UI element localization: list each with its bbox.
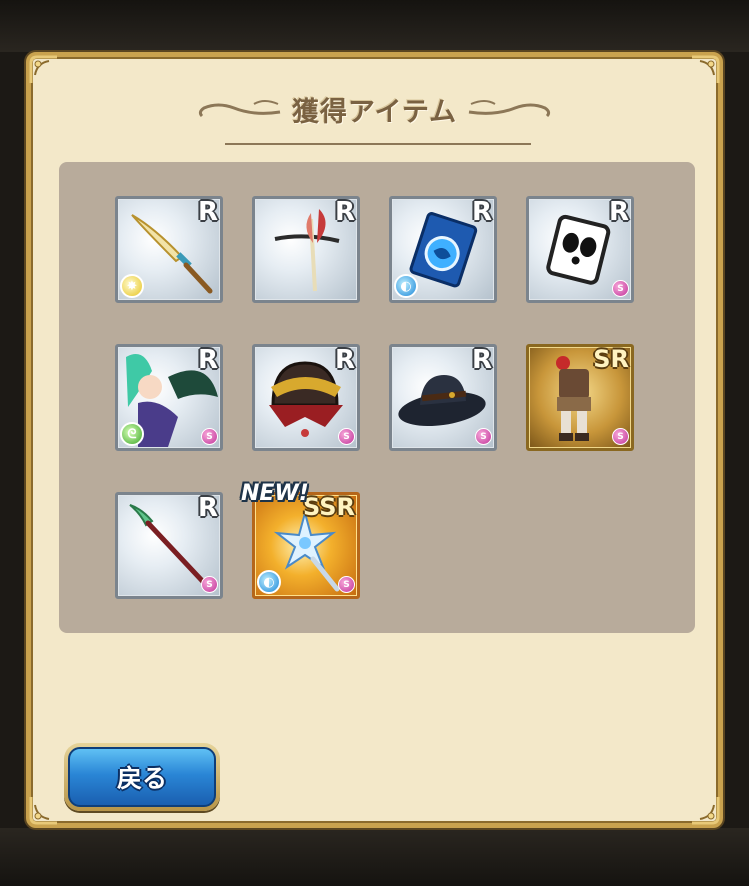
dialog-title: 獲得アイテム bbox=[291, 96, 458, 128]
back-button[interactable]: 戻る bbox=[64, 743, 220, 811]
corner-ornament-icon bbox=[29, 55, 59, 85]
item-slot-costume-outfit[interactable]: SR S bbox=[526, 344, 634, 451]
skill-badge-icon: S bbox=[338, 576, 355, 593]
rarity-label: R bbox=[197, 345, 218, 375]
light-element-icon: ✸ bbox=[120, 274, 144, 298]
rarity-label: R bbox=[334, 197, 355, 227]
item-slot-crystal-staff[interactable]: NEW! SSR ◐ S bbox=[241, 481, 360, 599]
rarity-label: R bbox=[197, 493, 218, 523]
item-slot-panda-mask[interactable]: R S bbox=[526, 196, 634, 303]
skill-badge-icon: S bbox=[338, 428, 355, 445]
skill-badge-icon: S bbox=[475, 428, 492, 445]
left-flourish-icon bbox=[194, 94, 282, 124]
item-slot-feathered-pick[interactable]: R bbox=[252, 196, 360, 303]
item-slot-samurai-helmet[interactable]: R S bbox=[252, 344, 360, 451]
item-slot-blue-tome[interactable]: R ◐ bbox=[389, 196, 497, 303]
rarity-label: SSR bbox=[303, 493, 355, 521]
right-flourish-icon bbox=[467, 94, 555, 124]
wind-element-icon: ᘓ bbox=[120, 422, 144, 446]
back-button-label: 戻る bbox=[116, 764, 167, 793]
back-button-face[interactable]: 戻る bbox=[68, 747, 216, 807]
rarity-label: R bbox=[608, 197, 629, 227]
skill-badge-icon: S bbox=[201, 428, 218, 445]
corner-ornament-icon bbox=[29, 795, 59, 825]
rarity-label: R bbox=[197, 197, 218, 227]
rarity-label: SR bbox=[593, 345, 629, 373]
item-slot-winged-girl[interactable]: R ᘓ S bbox=[115, 344, 223, 451]
rarity-label: R bbox=[334, 345, 355, 375]
corner-ornament-icon bbox=[690, 55, 720, 85]
item-slot-black-hat[interactable]: R S bbox=[389, 344, 497, 451]
item-list-panel: R ✸ R R ◐ R S R ᘓ S R S R S SR S R S NEW… bbox=[59, 162, 695, 633]
item-slot-green-spear[interactable]: R S bbox=[115, 492, 223, 599]
corner-ornament-icon bbox=[690, 795, 720, 825]
backdrop-top bbox=[0, 0, 749, 52]
skill-badge-icon: S bbox=[201, 576, 218, 593]
dialog-header: 獲得アイテム bbox=[31, 87, 718, 131]
water-element-icon: ◐ bbox=[257, 570, 281, 594]
item-grid: R ✸ R R ◐ R S R ᘓ S R S R S SR S R S NEW… bbox=[115, 196, 634, 599]
item-slot-golden-sword[interactable]: R ✸ bbox=[115, 196, 223, 303]
skill-badge-icon: S bbox=[612, 428, 629, 445]
water-element-icon: ◐ bbox=[394, 274, 418, 298]
rarity-label: R bbox=[471, 197, 492, 227]
new-badge: NEW! bbox=[241, 481, 309, 506]
skill-badge-icon: S bbox=[612, 280, 629, 297]
rarity-label: R bbox=[471, 345, 492, 375]
title-divider bbox=[225, 143, 531, 145]
acquired-items-dialog: 獲得アイテム R ✸ R R ◐ R S R ᘓ S R S R S SR S … bbox=[26, 52, 723, 828]
backdrop-bottom bbox=[0, 828, 749, 886]
